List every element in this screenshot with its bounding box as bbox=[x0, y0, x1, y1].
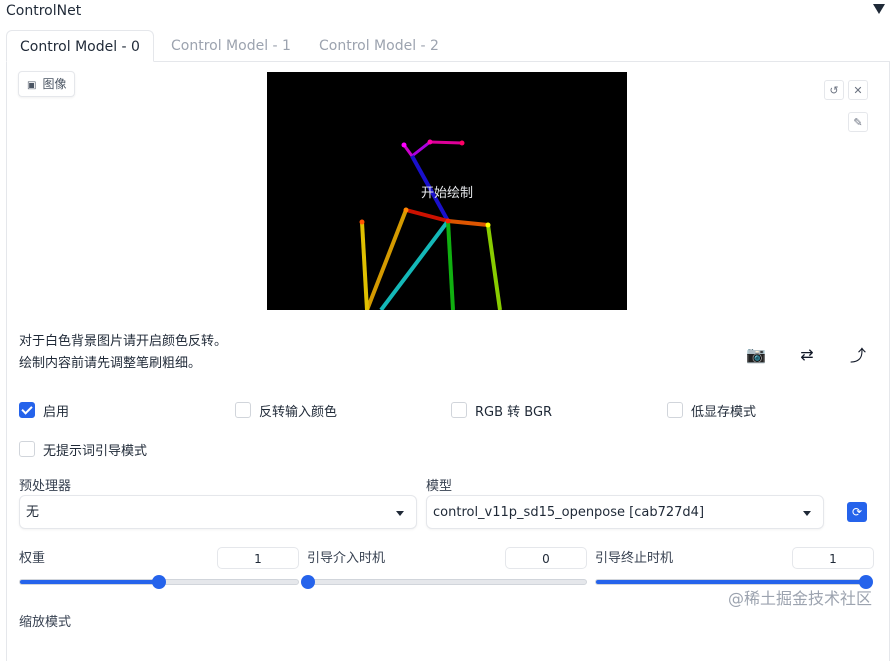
hint-invert-color: 对于白色背景图片请开启颜色反转。 bbox=[19, 334, 228, 349]
weight-slider-thumb[interactable] bbox=[152, 575, 166, 589]
invert-input-color-checkbox[interactable] bbox=[235, 402, 251, 418]
weight-number-input[interactable]: 1 bbox=[217, 547, 299, 569]
rgb-to-bgr-label: RGB 转 BGR bbox=[475, 405, 553, 420]
canvas-overlay-text: 开始绘制 bbox=[420, 186, 473, 201]
guidance-start-number-input[interactable]: 0 bbox=[505, 547, 587, 569]
hint-brush-size: 绘制内容前请先调整笔刷粗细。 bbox=[19, 356, 202, 371]
model-tabs: Control Model - 0 Control Model - 1 Cont… bbox=[0, 30, 890, 62]
tab-control-model-1[interactable]: Control Model - 1 bbox=[171, 30, 291, 60]
enable-checkbox[interactable] bbox=[19, 402, 35, 418]
low-vram-checkbox[interactable] bbox=[667, 402, 683, 418]
weight-slider-fill bbox=[20, 580, 159, 584]
close-icon[interactable]: ✕ bbox=[848, 80, 868, 100]
model-value: control_v11p_sd15_openpose [cab727d4] bbox=[433, 505, 705, 520]
guidance-end-label: 引导终止时机 bbox=[595, 551, 674, 566]
guidance-start-label: 引导介入时机 bbox=[307, 551, 386, 566]
weight-label: 权重 bbox=[19, 551, 46, 566]
preprocessor-label: 预处理器 bbox=[19, 479, 72, 494]
model-label: 模型 bbox=[426, 479, 453, 494]
model-select[interactable]: control_v11p_sd15_openpose [cab727d4] bbox=[426, 495, 824, 529]
guidance-end-number-input[interactable]: 1 bbox=[792, 547, 874, 569]
weight-slider[interactable] bbox=[19, 575, 299, 589]
guess-mode-label: 无提示词引导模式 bbox=[43, 444, 148, 459]
guidance-start-slider[interactable] bbox=[301, 575, 587, 589]
sketch-canvas[interactable]: 开始绘制 bbox=[267, 72, 627, 310]
resize-mode-label: 缩放模式 bbox=[19, 615, 72, 630]
image-icon: ▣ bbox=[27, 80, 37, 91]
refresh-icon[interactable]: ⟳ bbox=[847, 502, 867, 522]
rgb-to-bgr-checkbox[interactable] bbox=[451, 402, 467, 418]
tab-control-model-0[interactable]: Control Model - 0 bbox=[6, 30, 154, 62]
camera-icon[interactable]: 📷 bbox=[739, 339, 773, 369]
guidance-end-slider-fill bbox=[596, 580, 866, 584]
preprocessor-value: 无 bbox=[26, 505, 40, 520]
low-vram-label: 低显存模式 bbox=[691, 405, 757, 420]
guess-mode-checkbox[interactable] bbox=[19, 441, 35, 457]
collapse-triangle-icon[interactable] bbox=[873, 4, 885, 14]
invert-input-color-label: 反转输入颜色 bbox=[259, 405, 338, 420]
chevron-down-icon bbox=[803, 511, 811, 516]
panel-title: ControlNet bbox=[6, 3, 82, 19]
preprocessor-select[interactable]: 无 bbox=[19, 495, 417, 529]
swap-icon[interactable]: ⇄ bbox=[790, 339, 824, 369]
undo-icon[interactable]: ↺ bbox=[824, 80, 844, 100]
guidance-start-slider-thumb[interactable] bbox=[301, 575, 315, 589]
enable-label: 启用 bbox=[43, 405, 70, 420]
brush-icon[interactable]: ✎ bbox=[848, 112, 868, 132]
send-arrow-icon[interactable]: ⤴ bbox=[841, 339, 875, 369]
image-label: ▣ 图像 bbox=[18, 71, 76, 97]
chevron-down-icon bbox=[396, 511, 404, 516]
tab-control-model-2[interactable]: Control Model - 2 bbox=[319, 30, 439, 60]
watermark: @稀土掘金技术社区 bbox=[727, 589, 872, 608]
